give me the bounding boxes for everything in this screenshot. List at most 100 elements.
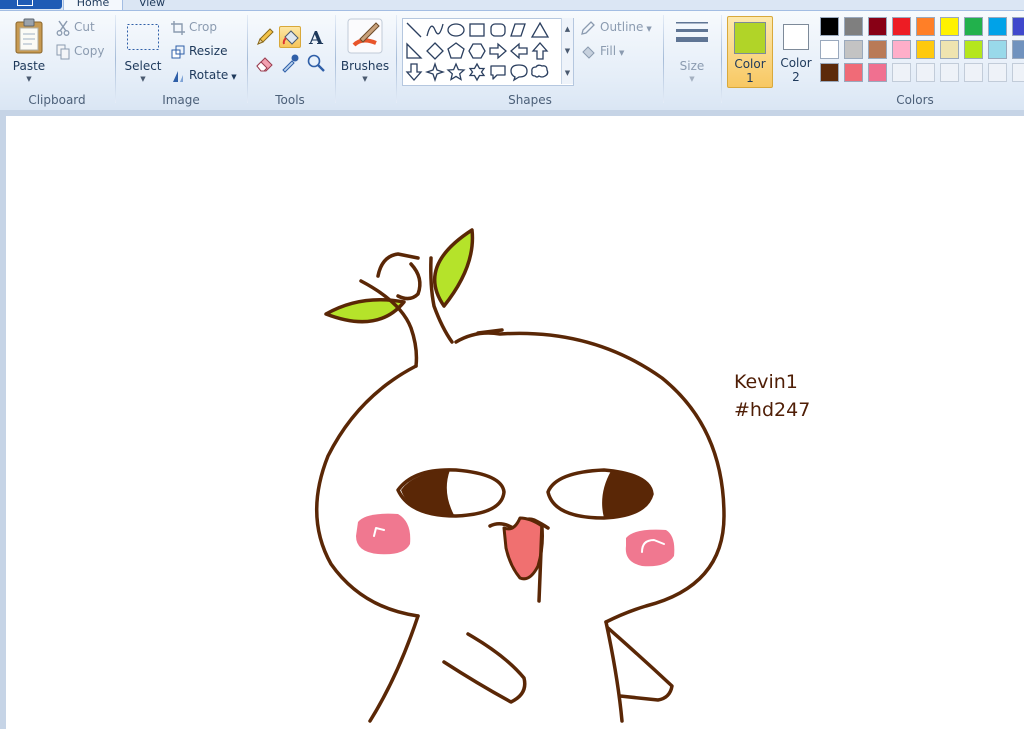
palette-swatch[interactable] [892, 40, 911, 59]
palette-swatch[interactable] [916, 40, 935, 59]
cut-label: Cut [74, 20, 95, 34]
right-arrow-shape-icon[interactable] [488, 41, 508, 61]
palette-swatch[interactable] [964, 17, 983, 36]
magnifier-tool[interactable] [305, 52, 327, 74]
chevron-down-icon: ▼ [140, 75, 146, 83]
drawing-canvas[interactable]: Kevin1 #hd247 [6, 116, 1024, 729]
resize-button[interactable]: Resize [171, 41, 227, 61]
fill-label: Fill [600, 44, 617, 58]
crop-label: Crop [189, 20, 218, 34]
rounded-callout-shape-icon[interactable] [488, 62, 508, 82]
palette-swatch[interactable] [868, 17, 887, 36]
chevron-down-icon: ▼ [26, 75, 32, 83]
palette-swatch-empty[interactable] [892, 63, 911, 82]
palette-swatch-empty[interactable] [1012, 63, 1024, 82]
palette-swatch-empty[interactable] [916, 63, 935, 82]
palette-swatch[interactable] [916, 17, 935, 36]
palette-swatch[interactable] [988, 17, 1007, 36]
palette-swatch-empty[interactable] [964, 63, 983, 82]
note-line-author: Kevin1 [734, 371, 798, 393]
curve-shape-icon[interactable] [425, 20, 445, 40]
triangle-shape-icon[interactable] [530, 20, 550, 40]
select-button[interactable]: Select ▼ [122, 15, 164, 89]
brushes-button[interactable]: Brushes ▼ [340, 15, 390, 89]
color2-button[interactable]: Color 2 [775, 16, 817, 88]
separator [663, 15, 664, 103]
shapes-scrollbar[interactable]: ▲ ▼ ▼ [561, 18, 573, 84]
expand-gallery-icon[interactable]: ▼ [562, 62, 573, 84]
palette-swatch[interactable] [844, 17, 863, 36]
size-button[interactable]: Size ▼ [670, 15, 714, 89]
palette-swatch[interactable] [820, 63, 839, 82]
color1-swatch [734, 22, 766, 54]
line-shape-icon[interactable] [404, 20, 424, 40]
outline-button[interactable]: Outline ▼ [580, 17, 652, 37]
eraser-tool[interactable] [254, 52, 276, 74]
palette-swatch-empty[interactable] [940, 63, 959, 82]
palette-swatch[interactable] [820, 40, 839, 59]
color-picker-tool[interactable] [279, 52, 301, 74]
palette-swatch[interactable] [964, 40, 983, 59]
rotate-button[interactable]: Rotate ▼ [171, 65, 237, 85]
group-label-clipboard: Clipboard [28, 93, 86, 107]
up-arrow-shape-icon[interactable] [530, 41, 550, 61]
left-cheek [356, 513, 411, 555]
file-menu-button[interactable] [0, 0, 62, 9]
cut-button[interactable]: Cut [56, 17, 95, 37]
oval-shape-icon[interactable] [446, 20, 466, 40]
palette-swatch[interactable] [844, 63, 863, 82]
six-point-star-shape-icon[interactable] [467, 62, 487, 82]
tab-view[interactable]: View [122, 0, 182, 10]
select-label: Select [124, 59, 162, 73]
text-tool[interactable]: A [305, 26, 327, 49]
copy-button[interactable]: Copy [56, 41, 104, 61]
palette-swatch[interactable] [892, 17, 911, 36]
cloud-callout-shape-icon[interactable] [530, 62, 550, 82]
color2-swatch [783, 24, 809, 50]
palette-swatch[interactable] [988, 40, 1007, 59]
palette-swatch[interactable] [1012, 40, 1024, 59]
note-line-tag: #hd247 [734, 399, 811, 421]
rectangle-shape-icon[interactable] [467, 20, 487, 40]
chevron-down-icon: ▼ [646, 25, 652, 33]
five-point-star-shape-icon[interactable] [446, 62, 466, 82]
chevron-down-icon: ▼ [619, 49, 625, 57]
color1-button[interactable]: Color 1 [727, 16, 773, 88]
palette-swatch[interactable] [844, 40, 863, 59]
right-triangle-shape-icon[interactable] [404, 41, 424, 61]
crop-button[interactable]: Crop [171, 17, 217, 37]
left-arrow-shape-icon[interactable] [509, 41, 529, 61]
color2-label: Color [780, 56, 812, 70]
palette-swatch[interactable] [868, 40, 887, 59]
tab-home[interactable]: Home [63, 0, 123, 10]
oval-callout-shape-icon[interactable] [509, 62, 529, 82]
down-arrow-shape-icon[interactable] [404, 62, 424, 82]
palette-swatch[interactable] [1012, 17, 1024, 36]
pencil-tool[interactable] [254, 26, 276, 48]
paint-bucket-icon [282, 30, 299, 45]
scroll-up-icon[interactable]: ▲ [562, 18, 573, 40]
palette-swatch-empty[interactable] [988, 63, 1007, 82]
fill-button[interactable]: Fill ▼ [580, 41, 624, 61]
hexagon-shape-icon[interactable] [467, 41, 487, 61]
right-leaf [432, 228, 475, 308]
clipboard-icon [15, 18, 43, 54]
magnifier-icon [307, 54, 325, 72]
selection-rectangle-icon [127, 24, 159, 50]
pentagon-shape-icon[interactable] [446, 41, 466, 61]
palette-swatch[interactable] [868, 63, 887, 82]
chevron-down-icon: ▼ [689, 75, 695, 83]
paste-button[interactable]: Paste ▼ [8, 15, 50, 89]
four-point-star-shape-icon[interactable] [425, 62, 445, 82]
paste-label: Paste [12, 59, 46, 73]
rounded-rectangle-shape-icon[interactable] [488, 20, 508, 40]
polygon-shape-icon[interactable] [509, 20, 529, 40]
palette-swatch[interactable] [940, 40, 959, 59]
scroll-down-icon[interactable]: ▼ [562, 40, 573, 62]
diamond-shape-icon[interactable] [425, 41, 445, 61]
separator [115, 15, 116, 103]
palette-swatch[interactable] [820, 17, 839, 36]
svg-text:A: A [308, 28, 324, 48]
palette-swatch[interactable] [940, 17, 959, 36]
fill-bucket-tool[interactable] [279, 26, 301, 48]
